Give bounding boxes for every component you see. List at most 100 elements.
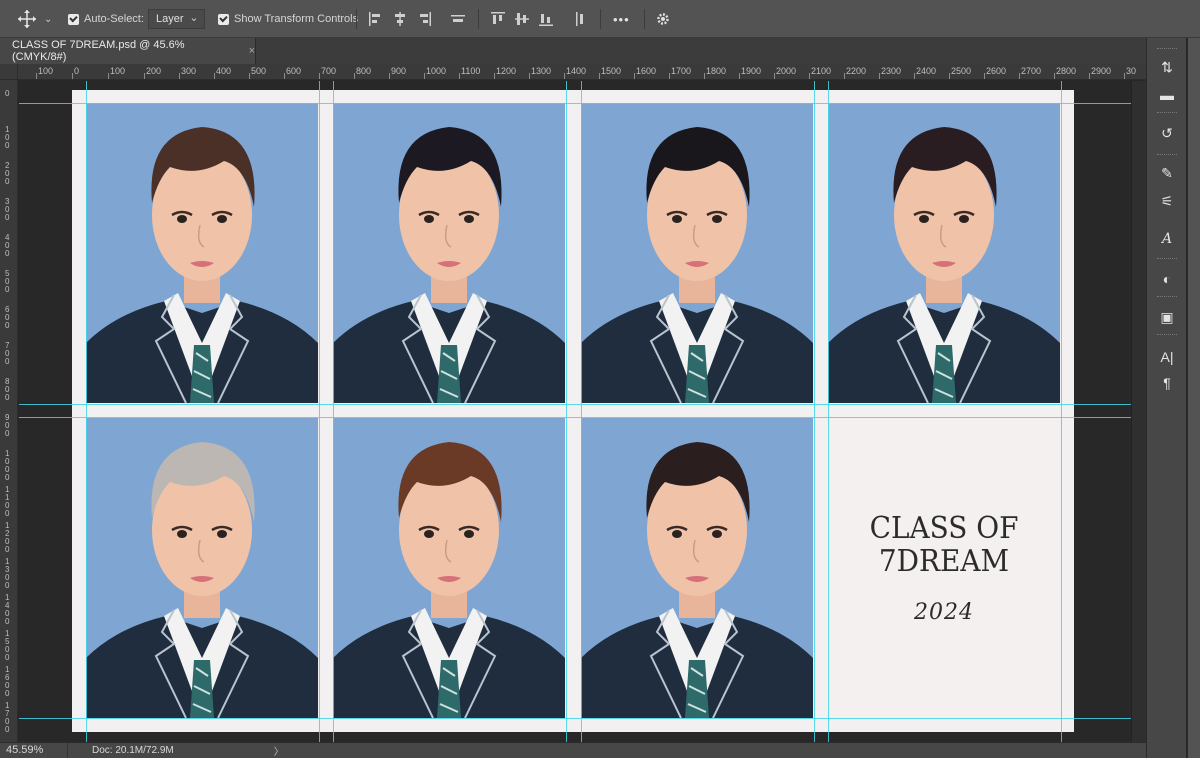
show-transform-controls-checkbox[interactable]: Show Transform Controls xyxy=(218,0,358,38)
ruler-label: 1 2 0 0 xyxy=(5,521,10,554)
ruler-label: 0 xyxy=(5,89,10,98)
character-icon[interactable]: A| xyxy=(1157,348,1177,366)
ruler-origin[interactable] xyxy=(0,64,18,80)
side-panel-edge[interactable] xyxy=(1187,38,1200,758)
distribute-icon[interactable] xyxy=(450,11,466,27)
properties-icon[interactable]: ⇅ xyxy=(1157,58,1177,76)
guide-vertical[interactable] xyxy=(333,81,334,742)
document-tab-bar: CLASS OF 7DREAM.psd @ 45.6% (CMYK/8#) × xyxy=(0,38,1146,64)
ruler-label: 1 5 0 0 xyxy=(5,629,10,662)
ruler-label: 5 0 0 xyxy=(5,269,10,294)
portrait-card xyxy=(333,418,565,718)
guide-horizontal[interactable] xyxy=(19,718,1146,719)
ruler-label: 2300 xyxy=(881,66,902,76)
portrait-card xyxy=(581,418,813,718)
ruler-label: 200 xyxy=(146,66,162,76)
ruler-label: 100 xyxy=(38,66,54,76)
image-icon[interactable]: ▣ xyxy=(1157,308,1177,326)
align-right-icon[interactable] xyxy=(416,11,432,27)
align-left-icon[interactable] xyxy=(368,11,384,27)
close-icon[interactable]: × xyxy=(249,45,255,57)
title-line-1: CLASS OF xyxy=(869,510,1019,546)
type-icon[interactable]: A xyxy=(1157,230,1177,248)
horizontal-ruler[interactable]: 100 0 100 200 300 400 500 600 700 800 900 1000 1100 1… xyxy=(18,64,1146,80)
title-line-2: 7DREAM xyxy=(878,543,1010,579)
align-vertical-center-icon[interactable] xyxy=(514,11,530,27)
guide-vertical[interactable] xyxy=(566,81,567,742)
title-card: CLASS OF 7DREAM 2024 xyxy=(828,418,1060,718)
ruler-label: 1300 xyxy=(531,66,552,76)
ruler-label: 3 0 0 xyxy=(5,197,10,222)
guide-vertical[interactable] xyxy=(814,81,815,742)
zoom-level[interactable]: 45.59% xyxy=(0,742,68,758)
guide-vertical[interactable] xyxy=(581,81,582,742)
document-artboard: CLASS OF 7DREAM 2024 xyxy=(72,90,1074,732)
ruler-label: 300 xyxy=(181,66,197,76)
ruler-label: 900 xyxy=(391,66,407,76)
vertical-ruler[interactable]: 0 1 0 0 2 0 0 3 0 0 4 0 0 5 0 0 6 0 0 7 0 0 8 0 … xyxy=(0,80,18,742)
ruler-label: 1 6 0 0 xyxy=(5,665,10,698)
ruler-label: 8 0 0 xyxy=(5,377,10,402)
ruler-label: 2000 xyxy=(776,66,797,76)
ruler-label: 700 xyxy=(321,66,337,76)
color-icon[interactable]: ◐ xyxy=(1157,270,1177,288)
move-tool-icon[interactable] xyxy=(16,0,38,38)
status-menu-arrow[interactable]: 〉 xyxy=(274,743,284,758)
show-transform-label: Show Transform Controls xyxy=(234,13,359,25)
ruler-label: 1000 xyxy=(426,66,447,76)
guide-horizontal[interactable] xyxy=(19,103,1146,104)
checkbox-icon xyxy=(218,13,229,25)
paragraph-icon[interactable]: ¶ xyxy=(1157,374,1177,392)
ruler-label: 0 xyxy=(74,66,80,76)
portrait-card xyxy=(86,103,318,403)
align-top-icon[interactable] xyxy=(490,11,506,27)
ruler-label: 100 xyxy=(110,66,126,76)
ruler-label: 1100 xyxy=(461,66,481,76)
brush-icon[interactable]: ✎ xyxy=(1157,164,1177,182)
options-bar: ⌄ Auto-Select: Layer Show Transform Cont… xyxy=(0,0,1200,38)
guide-vertical[interactable] xyxy=(86,81,87,742)
portrait-card xyxy=(581,103,813,403)
gear-icon[interactable] xyxy=(655,11,671,27)
ruler-label: 6 0 0 xyxy=(5,305,10,330)
ruler-label: 1800 xyxy=(706,66,727,76)
ruler-label: 2900 xyxy=(1091,66,1112,76)
ruler-label: 2100 xyxy=(811,66,832,76)
year-label: 2024 xyxy=(914,599,974,625)
guide-horizontal[interactable] xyxy=(19,417,1146,418)
portrait-card xyxy=(828,103,1060,403)
ruler-label: 1600 xyxy=(636,66,657,76)
ruler-label: 1200 xyxy=(496,66,517,76)
comment-icon[interactable]: ▬ xyxy=(1157,86,1177,104)
align-bottom-icon[interactable] xyxy=(538,11,554,27)
guide-vertical[interactable] xyxy=(1061,81,1062,742)
ruler-label: 2 0 0 xyxy=(5,161,10,186)
checkbox-icon xyxy=(68,13,79,25)
more-options-button[interactable]: ••• xyxy=(613,0,630,38)
auto-select-target-dropdown[interactable]: Layer xyxy=(148,9,205,29)
canvas-area[interactable]: CLASS OF 7DREAM 2024 xyxy=(19,81,1146,742)
auto-select-checkbox[interactable]: Auto-Select: xyxy=(68,0,144,38)
align-horizontal-center-icon[interactable] xyxy=(392,11,408,27)
tool-preset-chevron-icon[interactable]: ⌄ xyxy=(44,0,52,38)
ruler-label: 7 0 0 xyxy=(5,341,10,366)
status-bar: 45.59% Doc: 20.1M/72.9M 〉 xyxy=(0,742,1146,758)
guide-horizontal[interactable] xyxy=(19,404,1146,405)
photoshop-window: ⌄ Auto-Select: Layer Show Transform Cont… xyxy=(0,0,1200,758)
ruler-label: 1 3 0 0 xyxy=(5,557,10,590)
distribute-vertical-icon[interactable] xyxy=(572,11,588,27)
ruler-label: 800 xyxy=(356,66,372,76)
ruler-label: 1 0 0 xyxy=(5,125,10,150)
guide-vertical[interactable] xyxy=(319,81,320,742)
ruler-label: 600 xyxy=(286,66,302,76)
ruler-label: 1 1 0 0 xyxy=(5,485,10,518)
vertical-scrollbar[interactable] xyxy=(1131,81,1146,742)
ruler-label: 1400 xyxy=(566,66,587,76)
ruler-label: 1700 xyxy=(671,66,692,76)
ruler-label: 4 0 0 xyxy=(5,233,10,258)
document-tab[interactable]: CLASS OF 7DREAM.psd @ 45.6% (CMYK/8#) × xyxy=(0,38,256,64)
guide-vertical[interactable] xyxy=(828,81,829,742)
history-icon[interactable]: ↺ xyxy=(1157,124,1177,142)
ruler-label: 1900 xyxy=(741,66,762,76)
adjust-icon[interactable]: ⚟ xyxy=(1157,192,1177,210)
